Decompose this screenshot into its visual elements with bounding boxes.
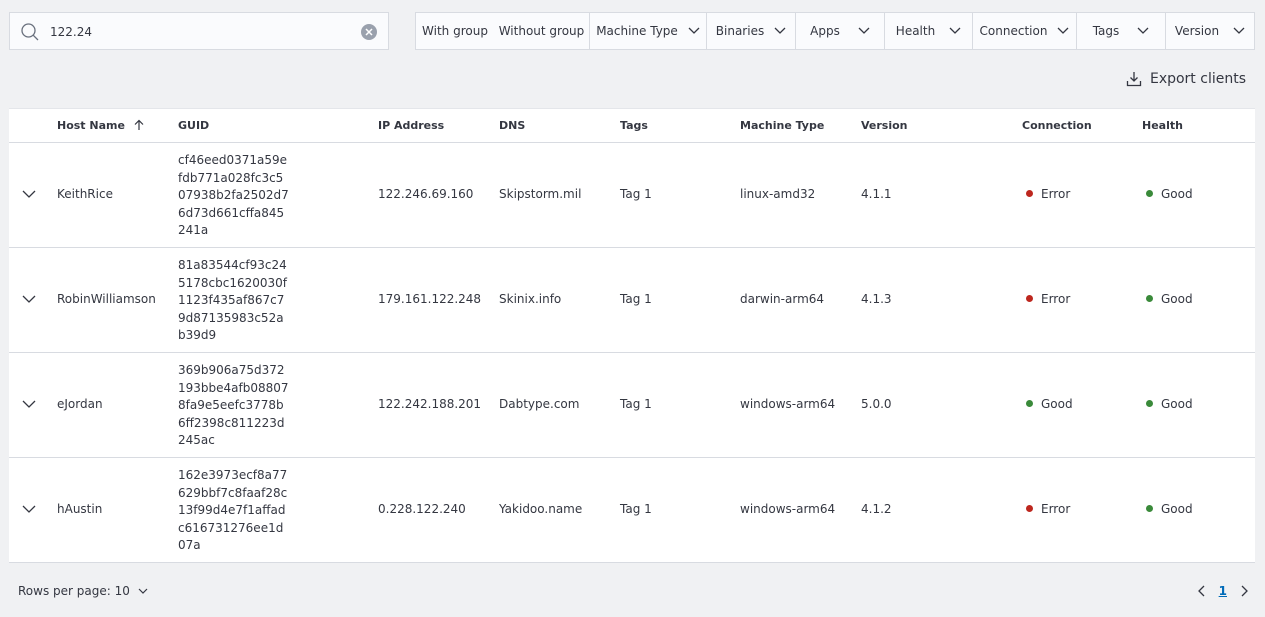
chevron-down-icon <box>1233 27 1245 34</box>
filter-with-group[interactable]: With group <box>416 13 494 49</box>
connection-status: Error <box>1026 187 1070 201</box>
tags-cell: Tag 1 <box>620 502 652 516</box>
column-header-version[interactable]: Version <box>861 119 908 132</box>
sort-ascending-icon <box>134 119 144 130</box>
column-header-dns[interactable]: DNS <box>499 119 525 132</box>
guid-cell: cf46eed0371a59e fdb771a028fc3c5 07938b2f… <box>178 153 289 237</box>
column-header-ip-address[interactable]: IP Address <box>378 119 444 132</box>
ip-address-cell: 122.242.188.201 <box>378 397 482 411</box>
chevron-down-icon <box>858 27 870 34</box>
filter-binaries[interactable]: Binaries <box>706 13 795 49</box>
filter-version[interactable]: Version <box>1165 13 1254 49</box>
export-clients-button[interactable]: Export clients <box>1126 71 1246 87</box>
filter-connection[interactable]: Connection <box>972 13 1076 49</box>
chevron-down-icon <box>1057 27 1069 34</box>
column-header-health[interactable]: Health <box>1142 119 1183 132</box>
host-name-cell: RobinWilliamson <box>57 292 156 306</box>
chevron-down-icon <box>949 27 961 34</box>
guid-cell: 81a83544cf93c24 5178cbc1620030f 1123f435… <box>178 258 288 342</box>
machine-type-cell: darwin-arm64 <box>740 292 825 306</box>
health-status: Good <box>1146 397 1193 411</box>
filter-health[interactable]: Health <box>884 13 972 49</box>
status-dot-icon <box>1146 190 1153 197</box>
filter-tags[interactable]: Tags <box>1076 13 1165 49</box>
status-dot-icon <box>1146 400 1153 407</box>
column-header-tags[interactable]: Tags <box>620 119 648 132</box>
page-number-button[interactable]: 1 <box>1219 584 1227 598</box>
table-header: Host Name GUID IP Address DNS Tags Machi… <box>9 109 1255 143</box>
chevron-down-icon <box>1137 27 1149 34</box>
host-name-cell: eJordan <box>57 397 103 411</box>
pagination: 1 <box>1197 584 1249 598</box>
tags-cell: Tag 1 <box>620 292 652 306</box>
status-dot-icon <box>1026 190 1033 197</box>
rows-per-page-select[interactable]: Rows per page: 10 <box>18 584 148 598</box>
column-header-connection[interactable]: Connection <box>1022 119 1092 132</box>
host-name-cell: hAustin <box>57 502 103 516</box>
connection-status: Error <box>1026 502 1070 516</box>
status-dot-icon <box>1026 400 1033 407</box>
column-header-host-name[interactable]: Host Name <box>57 119 145 132</box>
table-row: RobinWilliamson 81a83544cf93c24 5178cbc1… <box>9 248 1255 353</box>
machine-type-cell: windows-arm64 <box>740 397 836 411</box>
dns-cell: Skinix.info <box>499 292 562 306</box>
column-header-machine-type[interactable]: Machine Type <box>740 119 824 132</box>
connection-status: Good <box>1026 397 1073 411</box>
dns-cell: Skipstorm.mil <box>499 187 582 201</box>
filter-apps[interactable]: Apps <box>795 13 884 49</box>
chevron-down-icon[interactable] <box>22 504 36 514</box>
chevron-down-icon <box>688 27 700 34</box>
ip-address-cell: 122.246.69.160 <box>378 187 474 201</box>
ip-address-cell: 179.161.122.248 <box>378 292 482 306</box>
tags-cell: Tag 1 <box>620 397 652 411</box>
filter-without-group[interactable]: Without group <box>494 13 589 49</box>
table-row: eJordan 369b906a75d372 193bbe4afb08807 8… <box>9 353 1255 458</box>
search-icon <box>21 23 39 41</box>
version-cell: 4.1.3 <box>861 292 892 306</box>
health-status: Good <box>1146 187 1193 201</box>
chevron-down-icon <box>138 588 148 594</box>
dns-cell: Yakidoo.name <box>499 502 583 516</box>
tags-cell: Tag 1 <box>620 187 652 201</box>
search-box[interactable] <box>9 12 389 50</box>
chevron-right-icon[interactable] <box>1241 585 1249 597</box>
health-status: Good <box>1146 292 1193 306</box>
guid-cell: 162e3973ecf8a77 629bbf7c8faaf28c 13f99d4… <box>178 468 288 552</box>
status-dot-icon <box>1026 295 1033 302</box>
status-dot-icon <box>1146 295 1153 302</box>
clear-search-icon[interactable] <box>361 24 377 40</box>
chevron-down-icon[interactable] <box>22 189 36 199</box>
machine-type-cell: linux-amd32 <box>740 187 816 201</box>
filter-bar: With group Without group Machine Type Bi… <box>415 12 1255 50</box>
download-icon <box>1126 72 1142 87</box>
chevron-down-icon <box>774 27 786 34</box>
version-cell: 4.1.1 <box>861 187 892 201</box>
dns-cell: Dabtype.com <box>499 397 580 411</box>
status-dot-icon <box>1026 505 1033 512</box>
search-input[interactable] <box>48 19 352 45</box>
chevron-down-icon[interactable] <box>22 294 36 304</box>
chevron-left-icon[interactable] <box>1197 585 1205 597</box>
machine-type-cell: windows-arm64 <box>740 502 836 516</box>
status-dot-icon <box>1146 505 1153 512</box>
guid-cell: 369b906a75d372 193bbe4afb08807 8fa9e5eef… <box>178 363 289 447</box>
clients-table: Host Name GUID IP Address DNS Tags Machi… <box>9 108 1255 563</box>
chevron-down-icon[interactable] <box>22 399 36 409</box>
health-status: Good <box>1146 502 1193 516</box>
column-header-guid[interactable]: GUID <box>178 119 209 132</box>
ip-address-cell: 0.228.122.240 <box>378 502 466 516</box>
table-row: hAustin 162e3973ecf8a77 629bbf7c8faaf28c… <box>9 458 1255 563</box>
version-cell: 5.0.0 <box>861 397 892 411</box>
table-row: KeithRice cf46eed0371a59e fdb771a028fc3c… <box>9 143 1255 248</box>
host-name-cell: KeithRice <box>57 187 113 201</box>
connection-status: Error <box>1026 292 1070 306</box>
filter-machine-type[interactable]: Machine Type <box>589 13 706 49</box>
version-cell: 4.1.2 <box>861 502 892 516</box>
